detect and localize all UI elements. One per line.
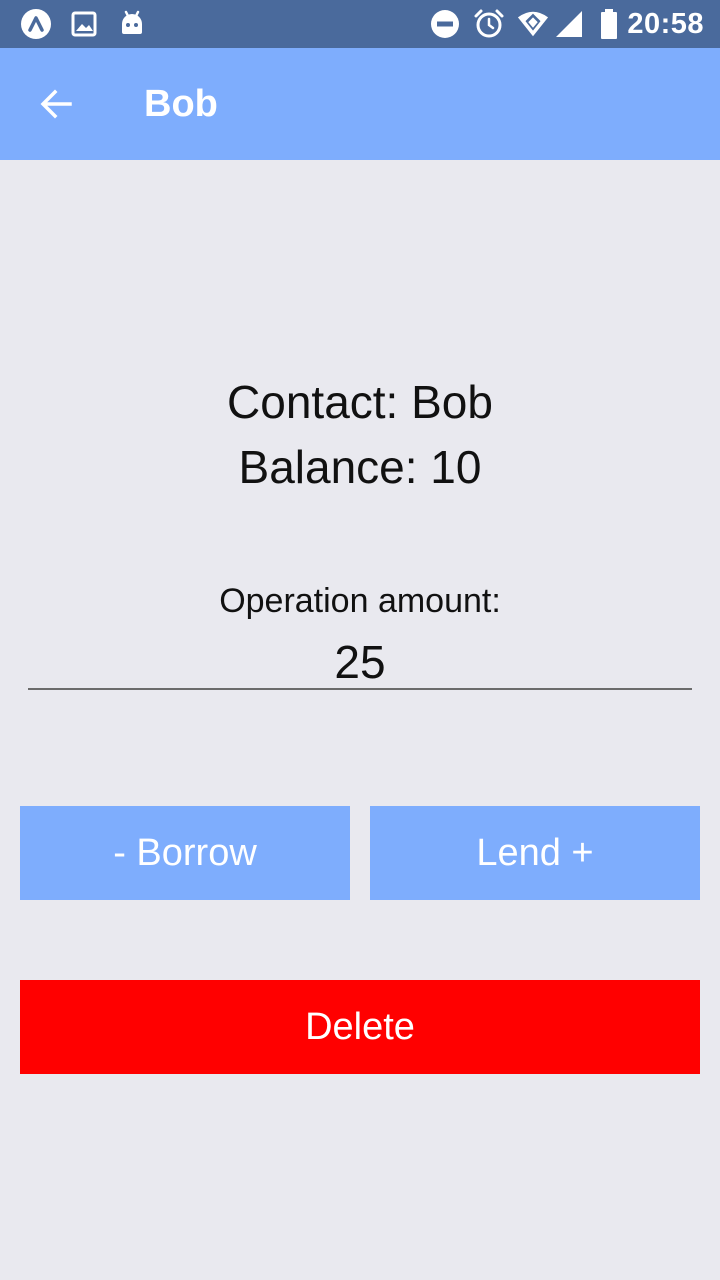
clock: 20:58	[627, 8, 704, 40]
alarm-icon	[473, 8, 505, 40]
back-button[interactable]	[24, 72, 88, 136]
arrow-back-icon	[40, 89, 72, 119]
lend-button[interactable]: Lend +	[370, 806, 700, 900]
delete-button[interactable]: Delete	[20, 980, 700, 1074]
android-icon	[116, 8, 148, 40]
do-not-disturb-icon	[429, 8, 461, 40]
app-logo-icon	[20, 8, 52, 40]
contact-balance: Balance: 10	[238, 441, 482, 493]
status-bar: 20:58	[0, 0, 720, 48]
battery-icon	[593, 8, 625, 40]
app-bar: Bob	[0, 48, 720, 160]
signal-icon	[553, 8, 585, 40]
contact-name: Contact: Bob	[227, 376, 493, 428]
contact-info: Contact: Bob Balance: 10	[0, 370, 720, 500]
operation-amount-input[interactable]	[28, 636, 692, 690]
image-icon	[68, 8, 100, 40]
page-title: Bob	[144, 83, 218, 125]
wifi-icon	[517, 8, 549, 40]
borrow-button[interactable]: - Borrow	[20, 806, 350, 900]
operation-amount-label: Operation amount:	[219, 582, 501, 620]
